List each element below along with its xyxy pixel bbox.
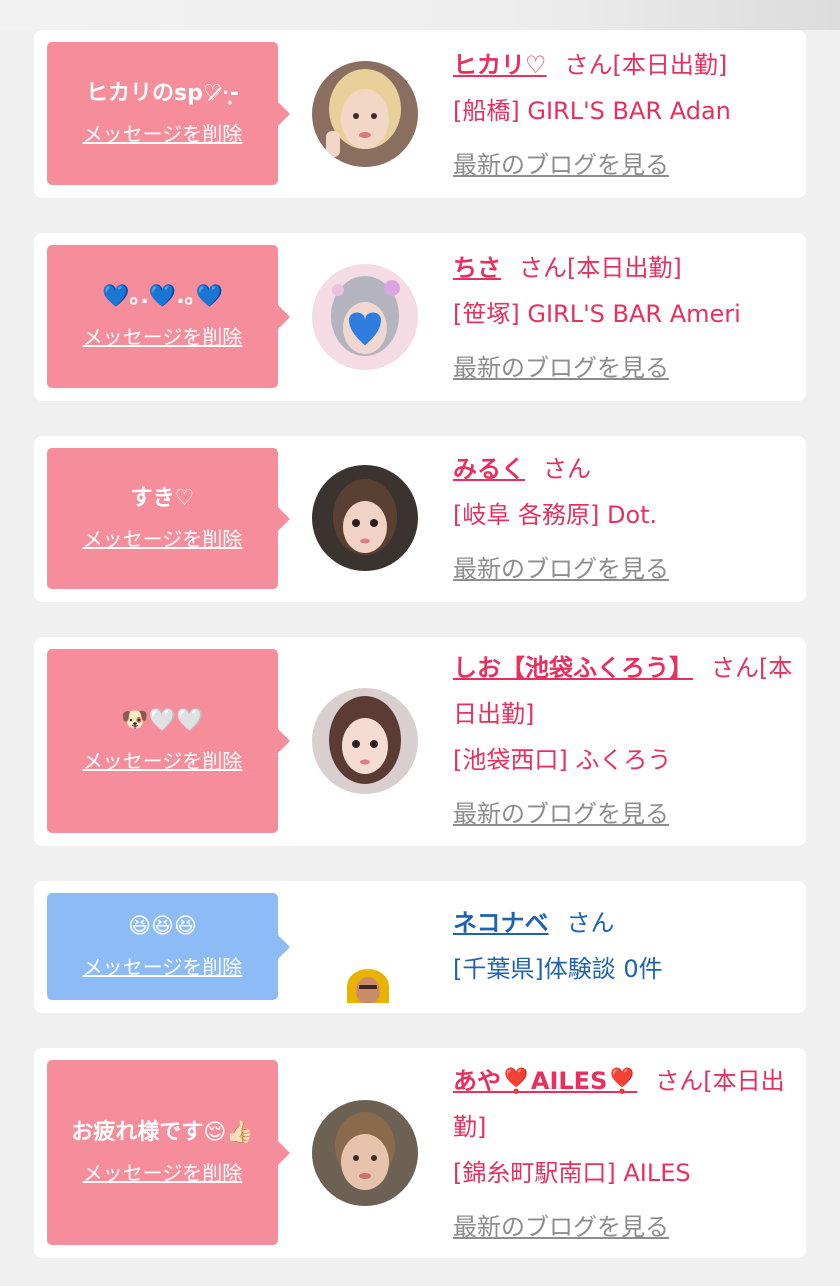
profile-info: みるく さん [岐阜 各務原] Dot. 最新のブログを見る bbox=[453, 446, 793, 592]
girl-name-link[interactable]: しお【池袋ふくろう】 bbox=[453, 654, 693, 682]
profile-info: ネコナベ さん [千葉県]体験談 0件 bbox=[453, 900, 793, 992]
message-text: 🐶🤍🤍 bbox=[121, 708, 204, 733]
review-info: [千葉県]体験談 0件 bbox=[453, 955, 663, 983]
blog-link[interactable]: 最新のブログを見る bbox=[453, 345, 793, 391]
avatar[interactable] bbox=[312, 465, 418, 571]
message-card: ヒカリのsp♡̷̷·̩͙- メッセージを削除 ヒカリ♡ さん[本日出勤] [船橋]… bbox=[34, 30, 806, 198]
message-text: お疲れ様です😌👍🏻 bbox=[71, 1119, 254, 1145]
avatar-image bbox=[347, 969, 389, 1003]
delete-message-link[interactable]: メッセージを削除 bbox=[83, 947, 243, 987]
avatar-image bbox=[312, 264, 418, 370]
message-bubble: お疲れ様です😌👍🏻 メッセージを削除 bbox=[47, 1060, 290, 1245]
avatar[interactable] bbox=[312, 1100, 418, 1206]
girl-name-link[interactable]: ちさ bbox=[453, 254, 501, 282]
message-text: 💙｡.💙.｡💙 bbox=[102, 283, 223, 309]
shop-info: [錦糸町駅南口] AILES bbox=[453, 1159, 691, 1187]
attendance-status: [本日出勤] bbox=[567, 254, 682, 282]
profile-info: ヒカリ♡ さん[本日出勤] [船橋] GIRL'S BAR Adan 最新のブログ… bbox=[453, 42, 793, 188]
honorific: さん bbox=[543, 455, 591, 483]
shop-info: [池袋西口] ふくろう bbox=[453, 746, 672, 774]
blog-link[interactable]: 最新のブログを見る bbox=[453, 1204, 793, 1250]
girl-name-link[interactable]: あや❣️AILES❣️ bbox=[453, 1067, 637, 1095]
message-text: ヒカリのsp♡̷̷·̩͙- bbox=[85, 80, 240, 106]
message-text: すき♡ bbox=[130, 485, 195, 511]
avatar-image bbox=[312, 61, 418, 167]
user-name-link[interactable]: ネコナベ bbox=[453, 909, 549, 937]
avatar[interactable] bbox=[312, 688, 418, 794]
blog-link[interactable]: 最新のブログを見る bbox=[453, 546, 793, 592]
profile-info: あや❣️AILES❣️ さん[本日出勤] [錦糸町駅南口] AILES 最新のブロ… bbox=[453, 1058, 793, 1250]
profile-info: ちさ さん[本日出勤] [笹塚] GIRL'S BAR Ameri 最新のブログを… bbox=[453, 245, 793, 391]
avatar-image bbox=[312, 688, 418, 794]
delete-message-link[interactable]: メッセージを削除 bbox=[83, 114, 243, 154]
message-card: すき♡ メッセージを削除 みるく さん [岐阜 各務原] Dot. 最新のブログを… bbox=[34, 436, 806, 602]
honorific: さん bbox=[566, 909, 615, 937]
blog-link[interactable]: 最新のブログを見る bbox=[453, 142, 793, 188]
message-bubble: 💙｡.💙.｡💙 メッセージを削除 bbox=[47, 245, 290, 388]
avatar[interactable] bbox=[312, 61, 418, 167]
avatar-image bbox=[312, 1100, 418, 1206]
profile-info: しお【池袋ふくろう】 さん[本日出勤] [池袋西口] ふくろう 最新のブログを見る bbox=[453, 645, 793, 837]
delete-message-link[interactable]: メッセージを削除 bbox=[83, 1153, 243, 1193]
blog-link[interactable]: 最新のブログを見る bbox=[453, 791, 793, 837]
message-bubble: 😆😆😆 メッセージを削除 bbox=[47, 893, 290, 1000]
message-bubble: 🐶🤍🤍 メッセージを削除 bbox=[47, 649, 290, 833]
honorific: さん bbox=[519, 254, 567, 282]
message-card: 🐶🤍🤍 メッセージを削除 しお【池袋ふくろう】 さん[本日出勤] [池袋西口] ふ… bbox=[34, 637, 806, 846]
message-card: お疲れ様です😌👍🏻 メッセージを削除 あや❣️AILES❣️ さん[本日出勤] [… bbox=[34, 1048, 806, 1258]
honorific: さん bbox=[564, 51, 613, 79]
shop-info: [岐阜 各務原] Dot. bbox=[453, 501, 658, 529]
shop-info: [笹塚] GIRL'S BAR Ameri bbox=[453, 300, 741, 328]
message-card: 😆😆😆 メッセージを削除 ネコナベ さん [千葉県]体験談 0件 bbox=[34, 881, 806, 1013]
message-card: 💙｡.💙.｡💙 メッセージを削除 ちさ さん[本日出勤] [笹塚] GIRL'S … bbox=[34, 233, 806, 401]
delete-message-link[interactable]: メッセージを削除 bbox=[83, 741, 243, 781]
attendance-status: [本日出勤] bbox=[612, 51, 728, 79]
shop-info: [船橋] GIRL'S BAR Adan bbox=[453, 97, 731, 125]
honorific: さん bbox=[655, 1067, 704, 1095]
message-text: 😆😆😆 bbox=[128, 913, 197, 939]
message-bubble: ヒカリのsp♡̷̷·̩͙- メッセージを削除 bbox=[47, 42, 290, 185]
honorific: さん bbox=[711, 654, 759, 682]
girl-name-link[interactable]: みるく bbox=[453, 455, 525, 483]
avatar[interactable] bbox=[312, 264, 418, 370]
delete-message-link[interactable]: メッセージを削除 bbox=[83, 317, 243, 357]
avatar-image bbox=[312, 465, 418, 571]
message-bubble: すき♡ メッセージを削除 bbox=[47, 448, 290, 589]
girl-name-link[interactable]: ヒカリ♡ bbox=[453, 51, 547, 79]
avatar[interactable] bbox=[347, 969, 389, 1003]
top-shade bbox=[0, 0, 840, 30]
delete-message-link[interactable]: メッセージを削除 bbox=[83, 519, 243, 559]
